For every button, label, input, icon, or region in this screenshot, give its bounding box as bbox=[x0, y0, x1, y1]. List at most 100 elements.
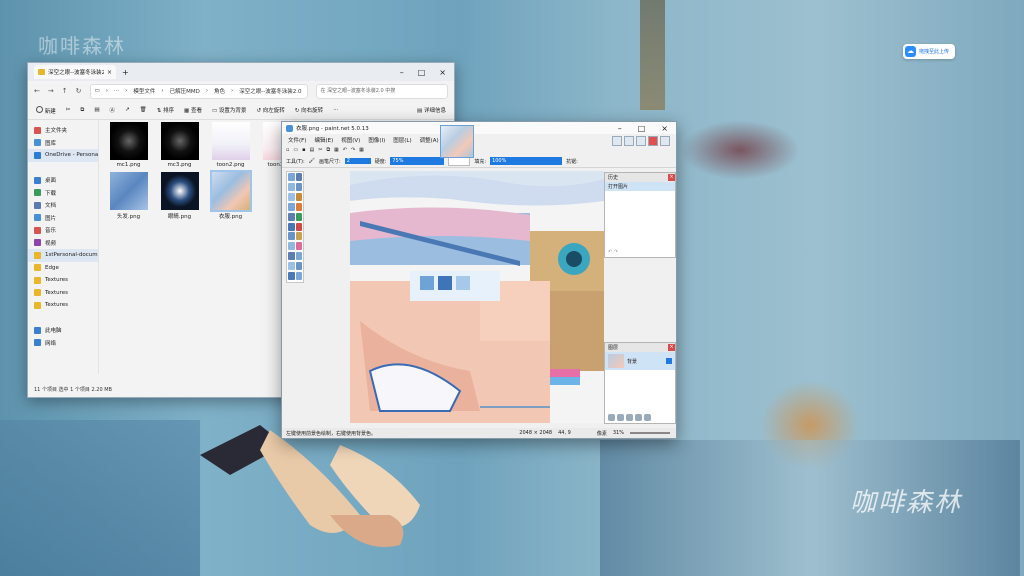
tool-icon[interactable] bbox=[295, 182, 302, 191]
nav-item[interactable]: Textures bbox=[28, 299, 98, 312]
unit-selector[interactable]: 像素 bbox=[597, 430, 607, 437]
tool-icon[interactable] bbox=[295, 242, 302, 251]
breadcrumb-part[interactable]: 模型文件 bbox=[133, 87, 155, 95]
details-button[interactable]: ▤ 详细信息 bbox=[417, 106, 446, 114]
file-item[interactable]: mc3.png bbox=[158, 122, 201, 168]
nav-item[interactable]: Edge bbox=[28, 262, 98, 275]
tool-icon[interactable] bbox=[295, 262, 302, 271]
tool-icon[interactable] bbox=[288, 272, 295, 281]
redo-icon[interactable]: ↷ bbox=[351, 147, 355, 153]
zoom-slider[interactable] bbox=[630, 432, 670, 434]
close-icon[interactable]: × bbox=[439, 68, 446, 77]
nav-item[interactable]: 网络 bbox=[28, 337, 98, 350]
tool-icon[interactable] bbox=[288, 202, 295, 211]
paste-icon[interactable]: ▤ bbox=[94, 107, 99, 113]
address-bar[interactable]: ▭ › ··· › 模型文件 › 已解压MMD › 角色 › 深空之眼--波塞冬… bbox=[89, 83, 308, 99]
layers-close-icon[interactable]: × bbox=[668, 344, 675, 351]
nav-item[interactable]: 文档 bbox=[28, 199, 98, 212]
nav-item[interactable]: OneDrive - Personal bbox=[28, 149, 98, 162]
tool-icon[interactable] bbox=[288, 192, 295, 201]
history-close-icon[interactable]: × bbox=[668, 174, 675, 181]
minimize-icon[interactable]: – bbox=[400, 68, 404, 77]
zoom-level[interactable]: 31% bbox=[613, 430, 624, 436]
colors-toggle-icon[interactable] bbox=[648, 136, 658, 146]
nav-item[interactable]: 图片 bbox=[28, 212, 98, 225]
forward-icon[interactable]: → bbox=[48, 87, 54, 95]
file-item[interactable]: 衣服.png bbox=[209, 170, 252, 220]
print-icon[interactable]: ▤ bbox=[310, 147, 315, 153]
new-button[interactable]: 新建 bbox=[36, 105, 56, 115]
share-icon[interactable]: ↗ bbox=[125, 107, 130, 113]
tool-icon[interactable] bbox=[288, 252, 295, 261]
brush-size-input[interactable]: 2 bbox=[344, 158, 371, 164]
breadcrumb-part[interactable]: 深空之眼--波塞冬泳装2.0 bbox=[239, 87, 301, 95]
nav-item[interactable]: 图库 bbox=[28, 137, 98, 150]
new-icon[interactable]: ▫ bbox=[286, 147, 289, 153]
menu-item[interactable]: 调整(A) bbox=[420, 136, 439, 144]
grid-icon[interactable]: ▦ bbox=[359, 147, 364, 153]
tool-icon[interactable] bbox=[295, 192, 302, 201]
rename-icon[interactable]: Ⓐ bbox=[110, 106, 116, 114]
tool-icon[interactable] bbox=[288, 222, 295, 231]
up-icon[interactable]: ↑ bbox=[62, 87, 68, 95]
menu-item[interactable]: 编辑(E) bbox=[314, 136, 333, 144]
explorer-tab[interactable]: 深空之眼--波塞冬泳装2.0 × bbox=[34, 65, 116, 79]
tab-close-icon[interactable]: × bbox=[107, 69, 112, 76]
minimize-icon[interactable]: – bbox=[618, 124, 622, 133]
open-icon[interactable]: ▭ bbox=[293, 147, 298, 153]
tool-icon[interactable] bbox=[288, 182, 295, 191]
view-button[interactable]: ▦ 查看 bbox=[184, 106, 202, 114]
tool-icon[interactable] bbox=[295, 272, 302, 281]
maximize-icon[interactable]: □ bbox=[638, 124, 646, 133]
sort-button[interactable]: ⇅ 排序 bbox=[157, 106, 174, 114]
cut-icon[interactable]: ✂ bbox=[66, 107, 71, 113]
tool-icon[interactable] bbox=[288, 242, 295, 251]
tool-icon[interactable] bbox=[288, 262, 295, 271]
breadcrumb-part[interactable]: 角色 bbox=[214, 87, 225, 95]
tool-icon[interactable] bbox=[295, 232, 302, 241]
hardness-slider[interactable]: 75% bbox=[390, 157, 445, 165]
set-background-button[interactable]: ▭ 设置为背景 bbox=[212, 106, 246, 114]
nav-item[interactable]: 音乐 bbox=[28, 224, 98, 237]
delete-icon[interactable]: 🗑 bbox=[140, 107, 147, 113]
nav-item[interactable]: 视频 bbox=[28, 237, 98, 250]
new-tab-icon[interactable]: + bbox=[122, 68, 129, 77]
nav-item[interactable]: 桌面 bbox=[28, 174, 98, 187]
menu-item[interactable]: 图层(L) bbox=[393, 136, 411, 144]
undo-icon[interactable]: ↶ bbox=[343, 147, 347, 153]
paintbrush-icon[interactable]: 🖌 bbox=[309, 158, 315, 164]
add-layer-icon[interactable] bbox=[608, 414, 615, 421]
duplicate-layer-icon[interactable] bbox=[626, 414, 633, 421]
history-item[interactable]: 打开图片 bbox=[605, 182, 675, 191]
menu-item[interactable]: 文件(F) bbox=[288, 136, 306, 144]
menu-item[interactable]: 图像(I) bbox=[368, 136, 385, 144]
tool-icon[interactable] bbox=[288, 232, 295, 241]
layers-toggle-icon[interactable] bbox=[636, 136, 646, 146]
tools-toggle-icon[interactable] bbox=[612, 136, 622, 146]
maximize-icon[interactable]: □ bbox=[418, 68, 426, 77]
merge-layer-icon[interactable] bbox=[635, 414, 642, 421]
copy-icon[interactable]: ⧉ bbox=[326, 147, 330, 153]
file-item[interactable]: 眼睛.png bbox=[158, 172, 201, 220]
save-icon[interactable]: ▪ bbox=[302, 147, 305, 153]
menu-item[interactable]: 视图(V) bbox=[341, 136, 360, 144]
settings-icon[interactable] bbox=[660, 136, 670, 146]
more-icon[interactable]: ··· bbox=[333, 107, 338, 113]
layer-visibility-checkbox[interactable] bbox=[666, 358, 672, 364]
tool-icon[interactable] bbox=[295, 202, 302, 211]
delete-layer-icon[interactable] bbox=[617, 414, 624, 421]
copy-icon[interactable]: ⧉ bbox=[80, 107, 84, 114]
file-item[interactable]: mc1.png bbox=[107, 122, 150, 168]
image-canvas[interactable] bbox=[350, 171, 604, 423]
fill-slider[interactable]: 100% bbox=[490, 157, 563, 165]
image-tab-thumbnail[interactable] bbox=[440, 125, 474, 158]
paste-icon[interactable]: ▦ bbox=[334, 147, 339, 153]
nav-item[interactable]: Textures bbox=[28, 274, 98, 287]
back-icon[interactable]: ← bbox=[34, 87, 40, 95]
refresh-icon[interactable]: ↻ bbox=[76, 87, 82, 95]
layer-row[interactable]: 背景 bbox=[605, 352, 675, 370]
file-item[interactable]: 头发.png bbox=[107, 172, 150, 220]
layer-properties-icon[interactable] bbox=[644, 414, 651, 421]
tool-icon[interactable] bbox=[295, 173, 302, 181]
tool-icon[interactable] bbox=[295, 252, 302, 261]
